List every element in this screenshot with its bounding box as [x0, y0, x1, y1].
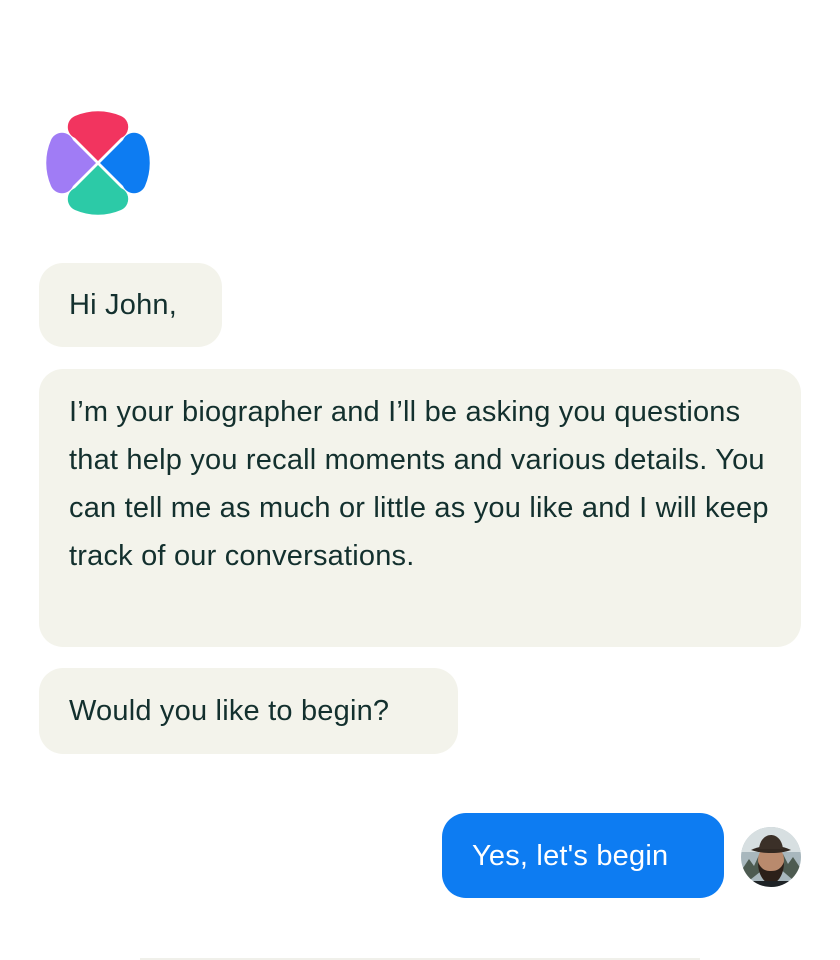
chat-page: Hi John, I’m your biographer and I’ll be…	[0, 0, 840, 960]
bot-message-text: I’m your biographer and I’ll be asking y…	[69, 396, 769, 572]
bot-message-intro: I’m your biographer and I’ll be asking y…	[39, 369, 801, 647]
bot-message-question: Would you like to begin?	[39, 668, 458, 754]
bot-message-greeting: Hi John,	[39, 263, 222, 347]
user-message-reply: Yes, let's begin	[442, 813, 724, 898]
bot-message-text: Hi John,	[69, 289, 177, 321]
user-message-text: Yes, let's begin	[472, 840, 669, 872]
biographer-logo-icon	[46, 111, 150, 215]
user-avatar-icon[interactable]	[741, 827, 801, 887]
bot-message-text: Would you like to begin?	[69, 695, 390, 727]
